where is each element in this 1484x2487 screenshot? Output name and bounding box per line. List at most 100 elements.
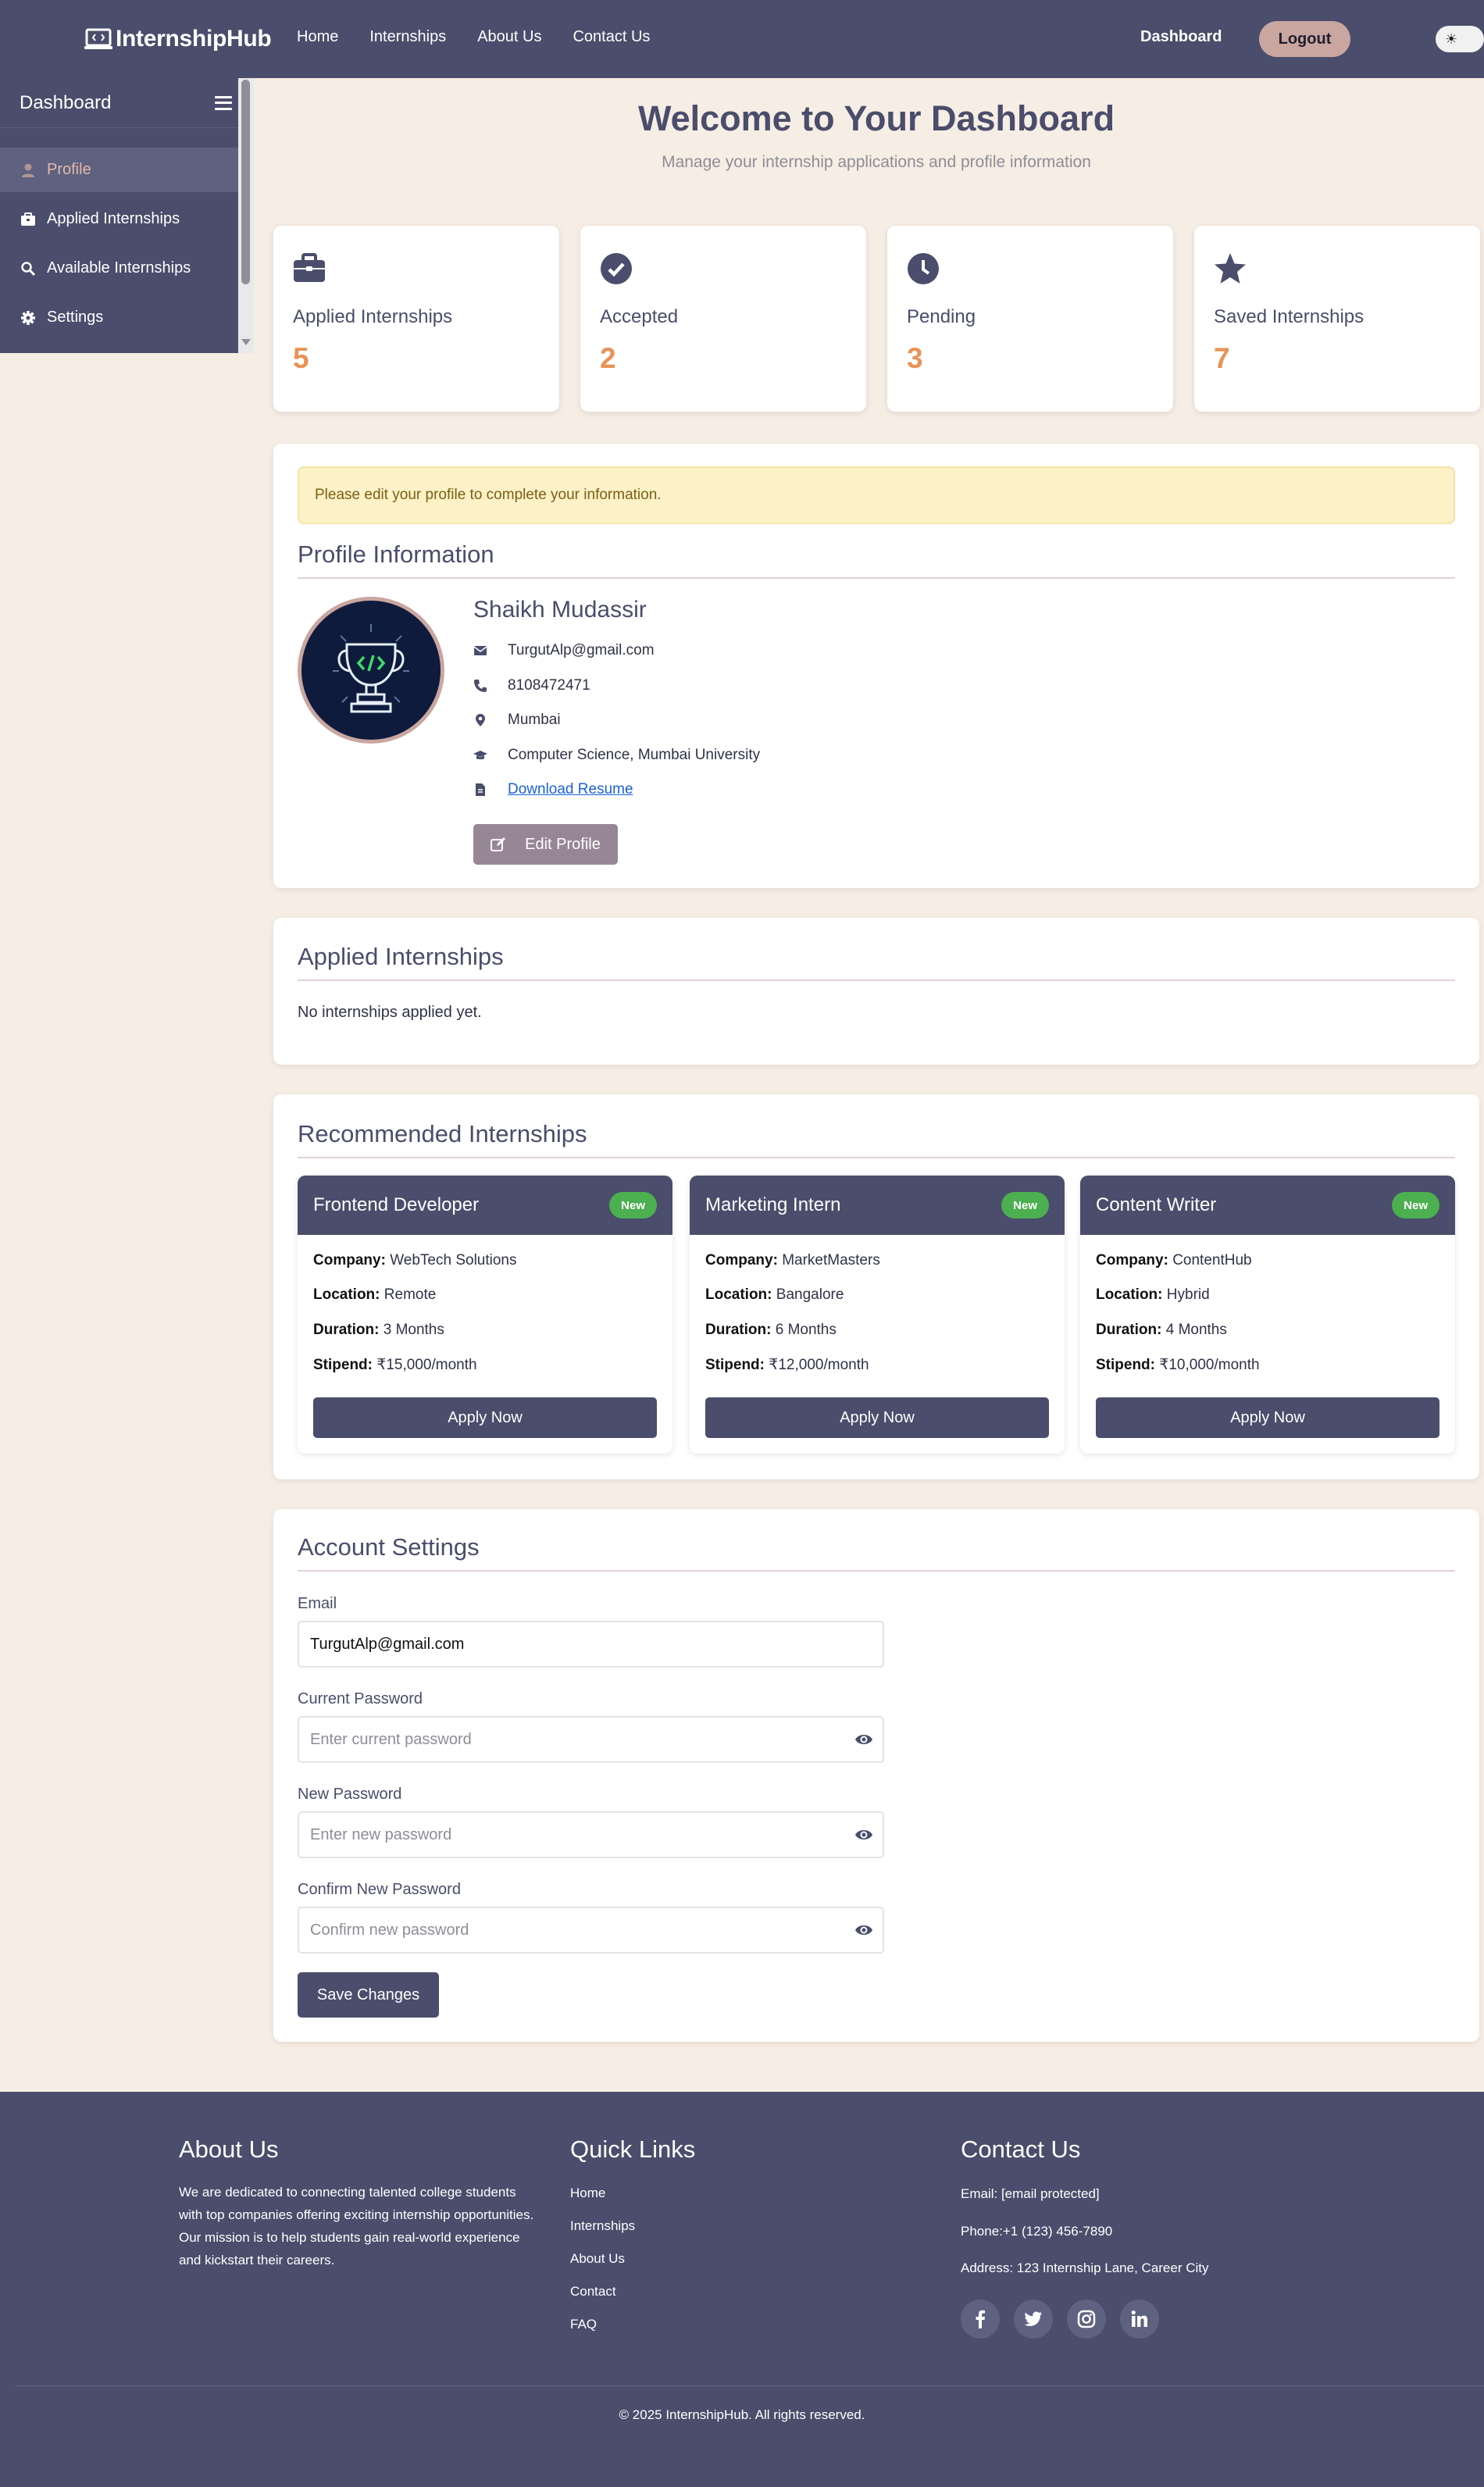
new-password-input[interactable]: [298, 1811, 884, 1858]
footer-phone: Phone:+1 (123) 456-7890: [961, 2224, 1113, 2239]
logout-button[interactable]: Logout: [1259, 21, 1350, 57]
file-icon: [476, 783, 485, 796]
search-icon: [21, 261, 36, 276]
footer-link-internships[interactable]: Internships: [570, 2218, 635, 2234]
company-row: Company: WebTech Solutions: [313, 1252, 517, 1268]
eye-icon[interactable]: [854, 1730, 873, 1749]
card-header: Content Writer New: [1080, 1176, 1455, 1235]
edit-profile-button[interactable]: Edit Profile: [473, 824, 618, 865]
stat-value: 7: [1214, 342, 1230, 374]
footer-link-contact[interactable]: Contact: [570, 2284, 616, 2300]
nav-link-internships[interactable]: Internships: [369, 28, 446, 46]
sidebar-item-label: Available Internships: [47, 259, 191, 277]
location-row: Location: Hybrid: [1096, 1286, 1210, 1303]
stat-card-pending: Pending 3: [887, 226, 1173, 412]
section-title: Recommended Internships: [298, 1120, 587, 1147]
briefcase-icon: [294, 253, 325, 282]
footer-divider: [16, 2385, 1484, 2386]
sidebar-item-profile[interactable]: Profile: [0, 148, 238, 192]
settings-panel: Account Settings Email Current Password …: [273, 1509, 1479, 2042]
stat-label: Applied Internships: [293, 306, 453, 327]
duration-row: Duration: 6 Months: [705, 1322, 837, 1338]
nav-link-about[interactable]: About Us: [477, 28, 541, 46]
profile-alert: Please edit your profile to complete you…: [298, 466, 1455, 524]
section-title: Profile Information: [298, 541, 494, 568]
gear-icon: [21, 310, 35, 325]
sidebar-menu: Profile Applied Internships Available In…: [0, 148, 254, 340]
sidebar-item-label: Profile: [47, 161, 91, 178]
nav-link-contact[interactable]: Contact Us: [573, 28, 650, 46]
main-nav: Home Internships About Us Contact Us: [297, 28, 681, 46]
apply-now-button[interactable]: Apply Now: [705, 1397, 1049, 1438]
stat-label: Pending: [907, 306, 976, 327]
sidebar-item-available[interactable]: Available Internships: [0, 246, 238, 291]
email-field[interactable]: [298, 1621, 884, 1668]
stat-card-applied: Applied Internships 5: [273, 226, 559, 412]
empty-message: No internships applied yet.: [298, 1004, 482, 1021]
hamburger-menu-icon[interactable]: [215, 95, 232, 110]
new-badge: New: [1392, 1192, 1439, 1219]
card-header: Marketing Intern New: [690, 1176, 1065, 1235]
stat-label: Saved Internships: [1214, 306, 1364, 327]
footer: About Us We are dedicated to connecting …: [0, 2092, 1484, 2487]
stat-card-accepted: Accepted 2: [580, 226, 866, 412]
stat-value: 2: [600, 342, 616, 374]
download-resume-link[interactable]: Download Resume: [508, 781, 633, 798]
apply-now-button[interactable]: Apply Now: [1096, 1397, 1439, 1438]
stat-value: 3: [907, 342, 923, 374]
location-row: Location: Remote: [313, 1286, 437, 1303]
footer-contact-title: Contact Us: [961, 2136, 1081, 2163]
nav-link-home[interactable]: Home: [297, 28, 338, 46]
section-title: Account Settings: [298, 1533, 480, 1561]
apply-now-button[interactable]: Apply Now: [313, 1397, 657, 1438]
sidebar-item-settings[interactable]: Settings: [0, 295, 238, 340]
page-title: Welcome to Your Dashboard: [637, 98, 1115, 138]
confirm-password-input[interactable]: [298, 1907, 884, 1954]
envelope-icon: [473, 646, 487, 655]
internship-card-content: Content Writer New Company: ContentHub L…: [1080, 1176, 1455, 1454]
phone-icon: [474, 680, 487, 692]
internship-card-frontend: Frontend Developer New Company: WebTech …: [298, 1176, 672, 1454]
sun-icon: ☀: [1445, 30, 1458, 47]
current-password-input[interactable]: [298, 1716, 884, 1763]
sidebar-item-applied[interactable]: Applied Internships: [0, 197, 238, 241]
twitter-icon: [1024, 2311, 1042, 2326]
user-icon: [22, 163, 34, 177]
edit-icon: [491, 837, 506, 851]
profile-resume: Download Resume: [473, 781, 633, 798]
instagram-link[interactable]: [1067, 2300, 1106, 2339]
star-icon: [1215, 253, 1246, 284]
section-title: Applied Internships: [298, 943, 504, 970]
footer-link-about[interactable]: About Us: [570, 2251, 625, 2267]
divider: [298, 979, 1455, 981]
footer-link-home[interactable]: Home: [570, 2185, 605, 2201]
graduation-cap-icon: [473, 751, 487, 760]
divider: [298, 1157, 1455, 1158]
profile-education: Computer Science, Mumbai University: [473, 747, 760, 764]
stipend-row: Stipend: ₹10,000/month: [1096, 1357, 1260, 1373]
profile-email: TurgutAlp@gmail.com: [473, 642, 655, 659]
internship-card-marketing: Marketing Intern New Company: MarketMast…: [690, 1176, 1065, 1454]
eye-icon[interactable]: [854, 1921, 873, 1939]
save-changes-button[interactable]: Save Changes: [298, 1972, 439, 2018]
sidebar-scrollbar[interactable]: [238, 78, 254, 353]
clock-icon: [908, 253, 939, 284]
scroll-down-arrow-icon[interactable]: [241, 339, 251, 345]
sidebar-item-label: Applied Internships: [47, 210, 180, 227]
twitter-link[interactable]: [1014, 2300, 1053, 2339]
avatar: [298, 597, 444, 744]
footer-link-faq[interactable]: FAQ: [570, 2317, 597, 2332]
footer-about-title: About Us: [179, 2136, 279, 2163]
sidebar: Dashboard Profile Applied Internships Av…: [0, 78, 254, 353]
eye-icon[interactable]: [854, 1825, 873, 1844]
sidebar-header: Dashboard: [0, 78, 254, 128]
theme-toggle[interactable]: ☀: [1436, 26, 1484, 52]
stipend-row: Stipend: ₹15,000/month: [313, 1357, 477, 1373]
top-navbar: InternshipHub Home Internships About Us …: [0, 0, 1484, 78]
profile-phone: 8108472471: [473, 677, 590, 694]
nav-link-dashboard[interactable]: Dashboard: [1140, 28, 1222, 46]
divider: [298, 1570, 1455, 1572]
brand-logo[interactable]: InternshipHub: [84, 22, 272, 56]
facebook-link[interactable]: [961, 2300, 1000, 2339]
linkedin-link[interactable]: [1120, 2300, 1159, 2339]
